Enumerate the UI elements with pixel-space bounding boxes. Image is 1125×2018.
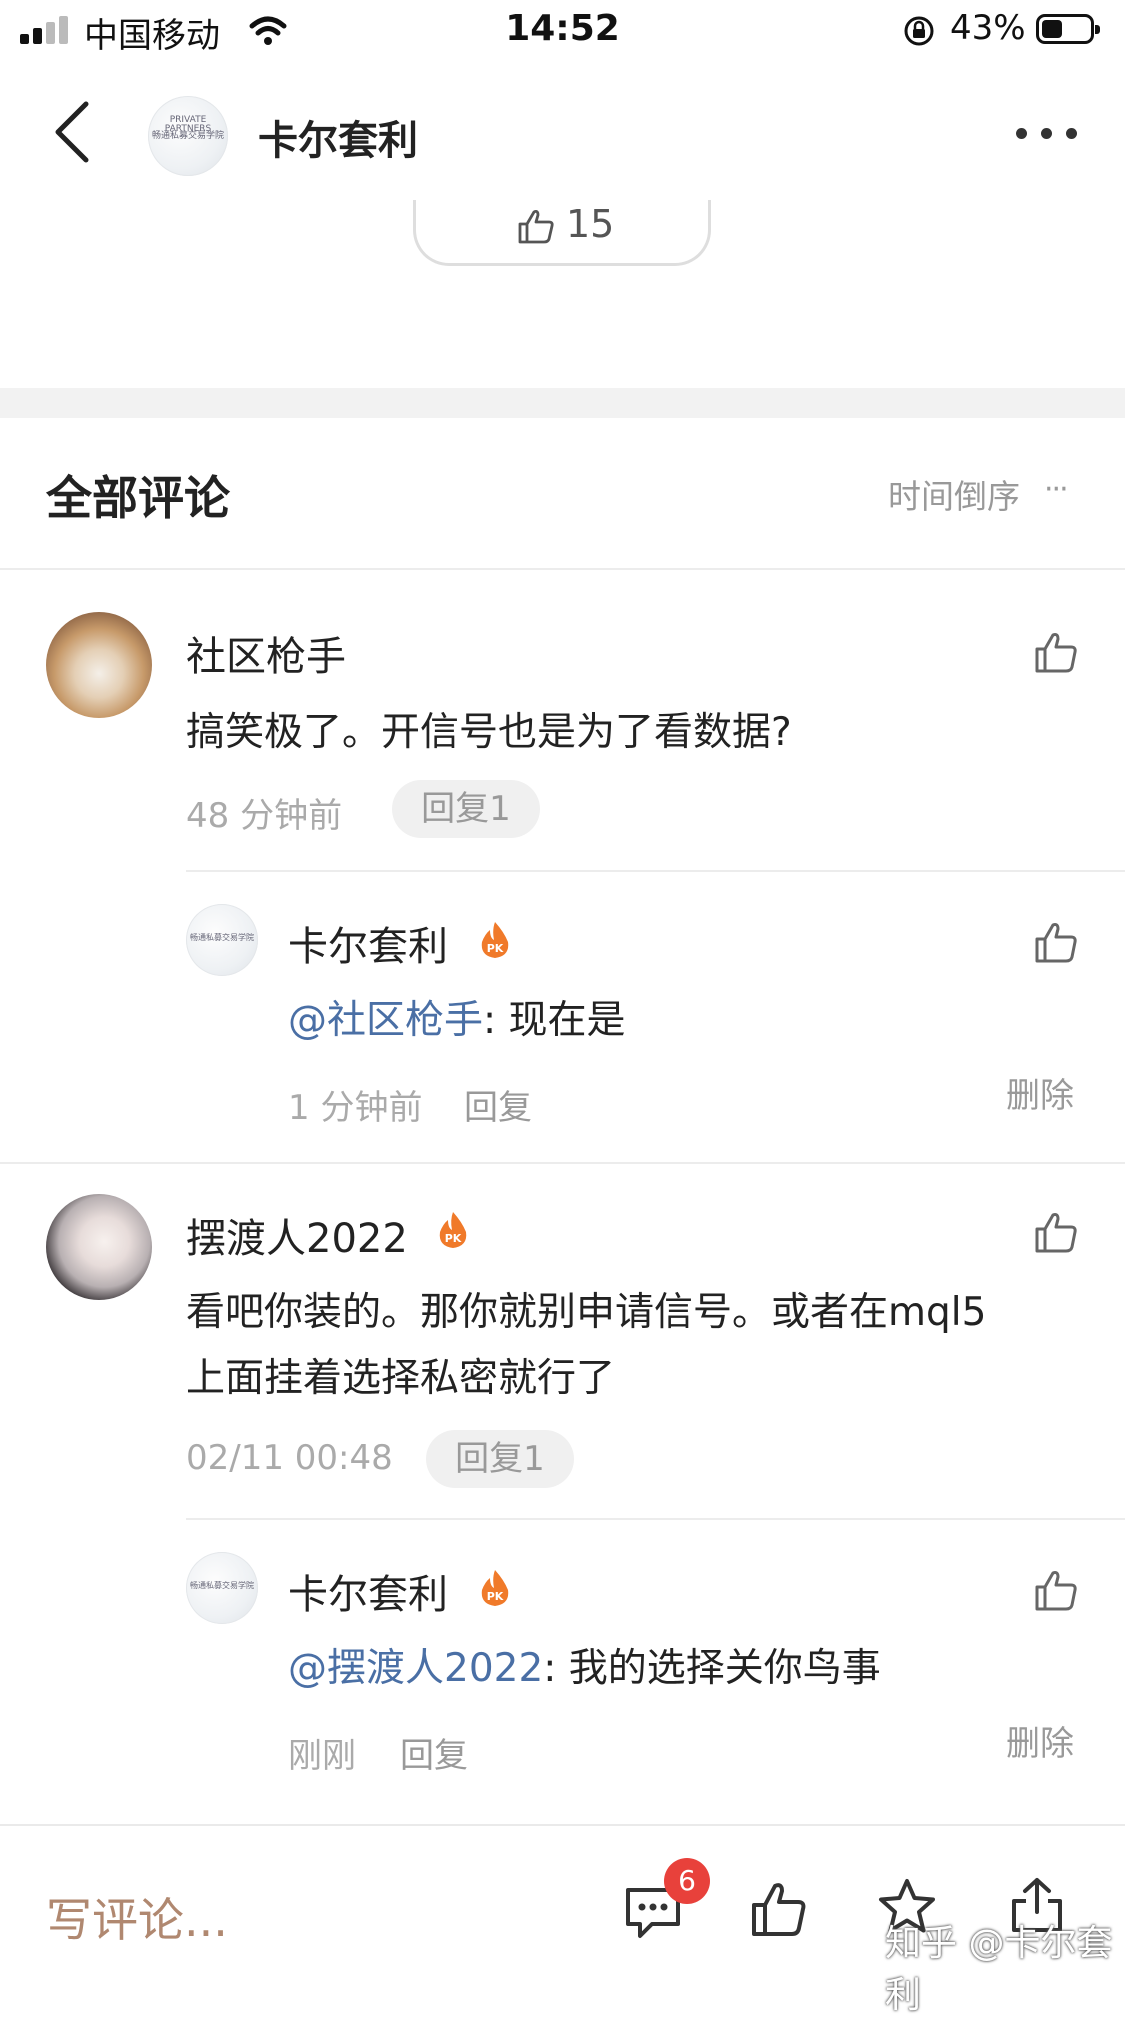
divider <box>186 870 1125 872</box>
reply-author[interactable]: 卡尔套利 <box>288 1562 448 1620</box>
commenter-avatar[interactable] <box>46 612 152 718</box>
rotation-lock-icon <box>904 16 934 46</box>
divider <box>186 1518 1125 1520</box>
reply-button[interactable]: 回复 <box>464 1080 532 1129</box>
reply-count-chip[interactable]: 回复1 <box>426 1430 574 1488</box>
reply-body: : 现在是 <box>483 998 626 1043</box>
mention-link[interactable]: @摆渡人2022 <box>288 1646 543 1691</box>
divider <box>0 568 1125 570</box>
comment-time: 48 分钟前 <box>186 796 343 836</box>
back-chevron-icon[interactable] <box>52 100 92 164</box>
divider <box>0 1162 1125 1164</box>
delete-button[interactable]: 删除 <box>1006 1716 1074 1765</box>
comment-time: 02/11 00:48 <box>186 1438 393 1478</box>
reply-author-avatar[interactable]: 畅通私募交易学院 <box>186 904 258 976</box>
thumbs-up-icon[interactable] <box>748 1878 810 1940</box>
section-divider <box>0 388 1125 418</box>
comment-count-badge: 6 <box>664 1858 710 1904</box>
pk-flame-badge-icon: PK <box>481 922 509 958</box>
reply-time: 1 分钟前 <box>288 1088 423 1128</box>
page-title[interactable]: 卡尔套利 <box>258 108 418 166</box>
reply-author[interactable]: 卡尔套利 <box>288 914 448 972</box>
delete-button[interactable]: 删除 <box>1006 1068 1074 1117</box>
comments-title: 全部评论 <box>46 471 230 525</box>
write-comment-input[interactable]: 写评论... <box>46 1884 228 1950</box>
commenter-avatar[interactable] <box>46 1194 152 1300</box>
reply-text: @社区枪手: 现在是 <box>288 988 626 1054</box>
comment-text: 看吧你装的。那你就别申请信号。或者在mql5 上面挂着选择私密就行了 <box>186 1280 1086 1412</box>
comment-author[interactable]: 摆渡人2022 <box>186 1206 408 1264</box>
reply-body: : 我的选择关你鸟事 <box>543 1646 881 1691</box>
sort-more-icon[interactable]: ··· <box>1044 472 1069 507</box>
comment-like-icon[interactable] <box>1032 1208 1080 1256</box>
reply-text: @摆渡人2022: 我的选择关你鸟事 <box>288 1636 881 1702</box>
watermark: 知乎 @卡尔套利 <box>885 1923 1113 2016</box>
post-like-button[interactable]: 15 <box>413 200 711 266</box>
reply-author-avatar[interactable]: 畅通私募交易学院 <box>186 1552 258 1624</box>
reply-time: 刚刚 <box>288 1736 356 1776</box>
pk-badge-label: PK <box>487 942 504 955</box>
avatar-caption: 畅通私募交易学院 <box>190 933 254 942</box>
comment-text-line: 看吧你装的。那你就别申请信号。或者在mql5 <box>186 1290 987 1335</box>
reply-like-icon[interactable] <box>1032 1566 1080 1614</box>
comment-author[interactable]: 社区枪手 <box>186 624 346 682</box>
post-like-count: 15 <box>566 202 615 246</box>
more-dots-icon[interactable] <box>1016 128 1078 140</box>
pk-badge-label: PK <box>445 1232 462 1245</box>
battery-percent: 43% <box>950 8 1026 48</box>
reply-like-icon[interactable] <box>1032 918 1080 966</box>
sort-order-toggle[interactable]: 时间倒序 <box>888 470 1020 518</box>
battery-icon <box>1036 14 1100 44</box>
comment-text: 搞笑极了。开信号也是为了看数据? <box>186 710 792 755</box>
header-avatar[interactable]: PRIVATE PARTNERS 畅通私募交易学院 <box>148 96 228 176</box>
thumbs-up-icon <box>518 210 554 244</box>
mention-link[interactable]: @社区枪手 <box>288 998 483 1043</box>
reply-count-chip[interactable]: 回复1 <box>392 780 540 838</box>
pk-flame-badge-icon: PK <box>481 1570 509 1606</box>
pk-badge-label: PK <box>487 1590 504 1603</box>
avatar-caption: 畅通私募交易学院 <box>151 131 224 141</box>
reply-button[interactable]: 回复 <box>400 1728 468 1777</box>
comment-like-icon[interactable] <box>1032 628 1080 676</box>
avatar-caption: 畅通私募交易学院 <box>190 1581 254 1590</box>
pk-flame-badge-icon: PK <box>439 1212 467 1248</box>
comment-text-line: 上面挂着选择私密就行了 <box>186 1356 616 1401</box>
status-bar: 中国移动 14:52 43% <box>0 0 1125 62</box>
